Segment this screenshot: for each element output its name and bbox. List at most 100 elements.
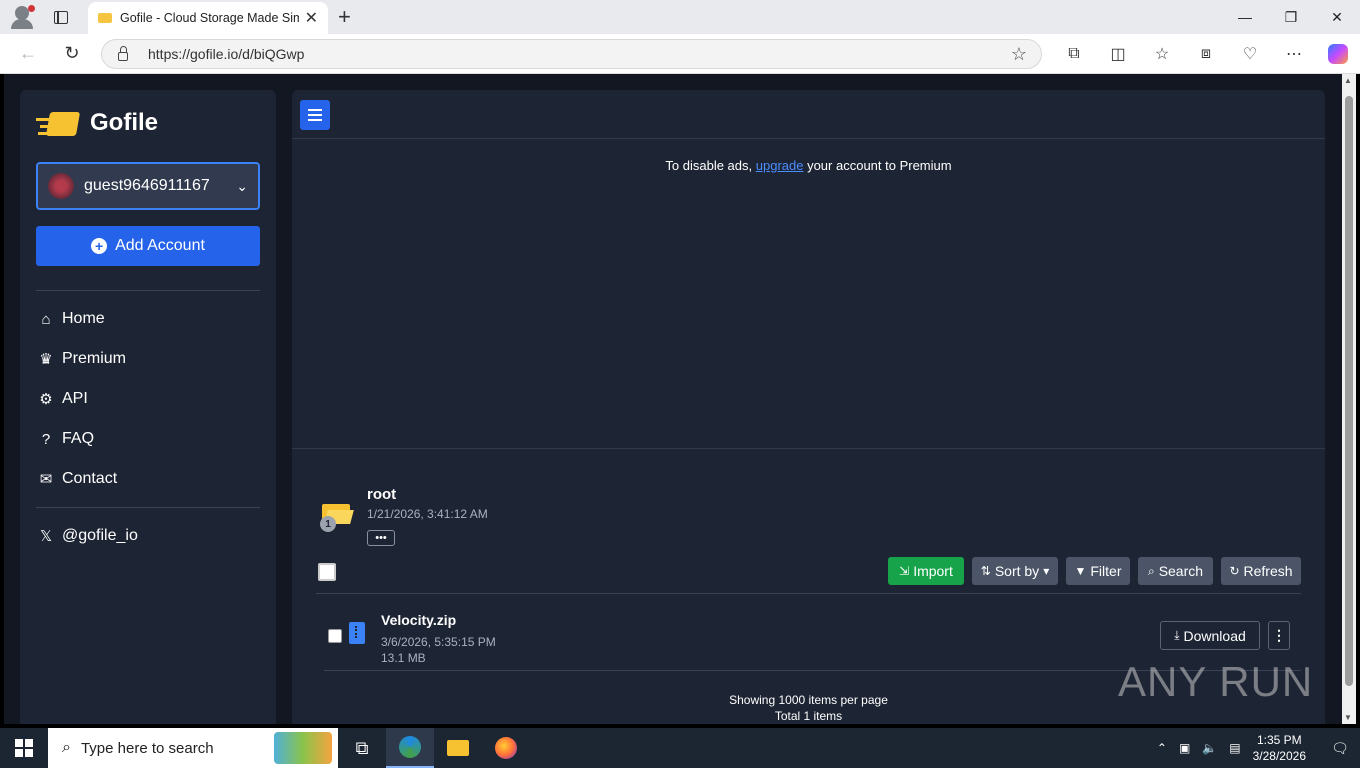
task-view-icon[interactable]: ⧉ bbox=[338, 728, 386, 768]
extensions-icon[interactable]: ⧉ bbox=[1052, 34, 1096, 74]
file-name[interactable]: Velocity.zip bbox=[381, 612, 456, 628]
profile-icon[interactable] bbox=[0, 0, 44, 34]
sidebar-item-premium[interactable]: ♛ Premium bbox=[36, 350, 126, 368]
browser-tools: ⧉ ◫ ☆ ⧈ ♡ ⋯ bbox=[1052, 34, 1360, 74]
close-tab-icon[interactable]: ✕ bbox=[305, 8, 318, 28]
plus-circle-icon: + bbox=[91, 238, 108, 254]
cogs-icon: ⚙ bbox=[39, 391, 53, 408]
sidebar-item-faq[interactable]: ? FAQ bbox=[36, 430, 94, 448]
refresh-button[interactable]: ↻ Refresh bbox=[1221, 557, 1301, 585]
brand-name: Gofile bbox=[90, 109, 159, 136]
more-menu-icon[interactable]: ⋯ bbox=[1272, 34, 1316, 74]
sort-label: Sort by bbox=[994, 563, 1040, 579]
folder-count-badge: 1 bbox=[320, 516, 336, 532]
add-account-label: Add Account bbox=[115, 237, 205, 254]
header-divider bbox=[292, 138, 1325, 139]
window-controls: — ❐ ✕ bbox=[1222, 0, 1360, 34]
scroll-down-icon[interactable]: ▼ bbox=[1344, 713, 1352, 722]
favorite-star-icon[interactable]: ☆ bbox=[1011, 44, 1027, 65]
chevron-up-icon[interactable]: ⌃ bbox=[1157, 741, 1167, 755]
total-items: Total 1 items bbox=[774, 709, 843, 723]
search-highlight-icon bbox=[274, 732, 332, 764]
collections-icon[interactable]: ⧈ bbox=[1184, 34, 1228, 74]
taskbar-search-placeholder: Type here to search bbox=[80, 739, 214, 757]
firefox-icon[interactable] bbox=[482, 728, 530, 768]
ad-divider bbox=[292, 448, 1325, 449]
browser-tab[interactable]: Gofile - Cloud Storage Made Simple ✕ bbox=[88, 2, 328, 34]
browser-tab-bar: Gofile - Cloud Storage Made Simple ✕ + —… bbox=[0, 0, 1360, 34]
download-label: Download bbox=[1183, 627, 1246, 644]
list-divider bbox=[316, 593, 1301, 594]
sidebar-divider bbox=[36, 507, 260, 508]
scroll-up-icon[interactable]: ▲ bbox=[1344, 76, 1352, 85]
search-icon: ⌕ bbox=[1147, 563, 1155, 578]
tab-title: Gofile - Cloud Storage Made Simple bbox=[120, 11, 299, 25]
gofile-logo[interactable]: Gofile bbox=[36, 108, 158, 138]
main-content: To disable ads, upgrade your account to … bbox=[292, 90, 1325, 724]
start-button[interactable] bbox=[0, 728, 48, 768]
refresh-label: Refresh bbox=[1243, 563, 1293, 579]
clock-time: 1:35 PM bbox=[1256, 733, 1302, 747]
add-account-button[interactable]: + Add Account bbox=[36, 226, 260, 266]
browser-essentials-icon[interactable]: ♡ bbox=[1228, 34, 1272, 74]
folder-date: 1/21/2026, 3:41:12 AM bbox=[367, 507, 488, 521]
search-button[interactable]: ⌕ Search bbox=[1138, 557, 1213, 585]
sidebar-item-twitter[interactable]: 𝕏 @gofile_io bbox=[36, 527, 138, 545]
account-selector[interactable]: guest9646911167 ⌄ bbox=[36, 162, 260, 210]
import-button[interactable]: ⇲ Import bbox=[888, 557, 964, 585]
refresh-icon[interactable]: ↻ bbox=[52, 34, 92, 74]
network-icon[interactable]: ▤ bbox=[1229, 741, 1240, 755]
scrollbar-thumb[interactable] bbox=[1345, 96, 1353, 686]
sidebar-item-label: @gofile_io bbox=[62, 527, 138, 544]
sidebar-item-contact[interactable]: ✉ Contact bbox=[36, 470, 117, 488]
gofile-page: Gofile guest9646911167 ⌄ + Add Account ⌂… bbox=[4, 74, 1356, 724]
taskbar-search[interactable]: ⌕ Type here to search bbox=[48, 728, 338, 768]
sidebar-item-label: Home bbox=[62, 310, 105, 327]
back-icon[interactable]: ← bbox=[8, 34, 48, 74]
restore-icon[interactable]: ❐ bbox=[1268, 0, 1314, 34]
meet-now-icon[interactable]: ▣ bbox=[1179, 741, 1190, 755]
select-all-checkbox[interactable] bbox=[318, 563, 336, 581]
crown-icon: ♛ bbox=[39, 351, 53, 368]
envelope-icon: ✉ bbox=[39, 471, 53, 488]
file-explorer-icon[interactable] bbox=[434, 728, 482, 768]
close-window-icon[interactable]: ✕ bbox=[1314, 0, 1360, 34]
menu-toggle-button[interactable] bbox=[300, 100, 330, 130]
upgrade-link[interactable]: upgrade bbox=[756, 158, 804, 173]
search-label: Search bbox=[1158, 563, 1204, 579]
gofile-favicon-icon bbox=[98, 13, 112, 23]
anyrun-watermark: ANY RUN bbox=[1118, 658, 1314, 705]
filter-button[interactable]: ▼ Filter bbox=[1066, 557, 1130, 585]
tab-actions-icon[interactable] bbox=[44, 0, 78, 34]
sidebar: Gofile guest9646911167 ⌄ + Add Account ⌂… bbox=[20, 90, 276, 724]
x-logo-icon: 𝕏 bbox=[39, 528, 53, 545]
sidebar-divider bbox=[36, 290, 260, 291]
sidebar-item-api[interactable]: ⚙ API bbox=[36, 390, 88, 408]
sidebar-item-home[interactable]: ⌂ Home bbox=[36, 310, 105, 328]
url-text: https://gofile.io/d/biQGwp bbox=[148, 46, 305, 62]
edge-taskbar-icon[interactable] bbox=[386, 728, 434, 768]
ad-notice: To disable ads, upgrade your account to … bbox=[292, 158, 1325, 173]
minimize-icon[interactable]: — bbox=[1222, 0, 1268, 34]
new-tab-icon[interactable]: + bbox=[338, 4, 351, 30]
volume-icon[interactable]: 🔈 bbox=[1202, 741, 1217, 755]
file-checkbox[interactable] bbox=[328, 629, 342, 643]
page-scrollbar[interactable]: ▲ ▼ bbox=[1342, 74, 1356, 724]
file-size: 13.1 MB bbox=[381, 651, 426, 665]
account-name: guest9646911167 bbox=[84, 177, 210, 194]
split-screen-icon[interactable]: ◫ bbox=[1096, 34, 1140, 74]
zip-file-icon bbox=[349, 622, 365, 644]
file-options-button[interactable]: ⋮ bbox=[1268, 621, 1290, 650]
home-icon: ⌂ bbox=[41, 310, 51, 328]
sort-by-button[interactable]: ⇅ Sort by ▾ bbox=[972, 557, 1058, 585]
download-button[interactable]: ⤓ Download bbox=[1160, 621, 1260, 650]
lock-icon[interactable] bbox=[118, 45, 128, 61]
gofile-logo-icon bbox=[36, 108, 82, 138]
url-bar[interactable]: https://gofile.io/d/biQGwp ☆ bbox=[101, 39, 1042, 69]
favorites-icon[interactable]: ☆ bbox=[1140, 34, 1184, 74]
copilot-icon[interactable] bbox=[1316, 34, 1360, 74]
folder-options-button[interactable]: ••• bbox=[367, 530, 395, 546]
clock[interactable]: 1:35 PM 3/28/2026 bbox=[1253, 732, 1306, 764]
sidebar-item-label: Premium bbox=[62, 350, 127, 367]
notifications-icon[interactable]: 🗨 bbox=[1320, 728, 1360, 768]
